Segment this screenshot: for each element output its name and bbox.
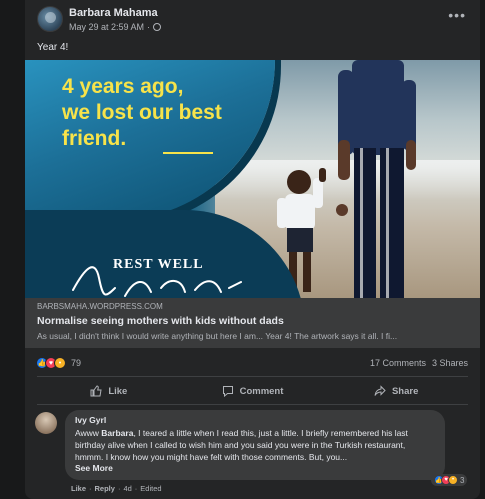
comment-mention[interactable]: Barbara bbox=[101, 428, 133, 438]
post-timestamp[interactable]: May 29 at 2:59 AM bbox=[69, 22, 144, 32]
comment-like-link[interactable]: Like bbox=[71, 484, 86, 493]
divider-bottom bbox=[37, 404, 468, 405]
comments-count[interactable]: 17 Comments bbox=[370, 358, 426, 368]
reaction-summary[interactable]: 👍 ♥ • 79 bbox=[36, 357, 81, 369]
post-header: Barbara Mahama May 29 at 2:59 AM · ••• bbox=[25, 4, 480, 40]
sad-icon: • bbox=[448, 475, 458, 485]
post-meta: May 29 at 2:59 AM · bbox=[69, 22, 162, 32]
script-signature bbox=[72, 266, 242, 297]
dot-3: · bbox=[134, 484, 138, 493]
comment-button[interactable]: Comment bbox=[181, 380, 325, 402]
comment-edited[interactable]: Edited bbox=[140, 484, 161, 493]
see-more-link[interactable]: See More bbox=[75, 463, 435, 473]
share-label: Share bbox=[391, 385, 419, 397]
dot-2: · bbox=[117, 484, 121, 493]
comment-actions: Like · Reply · 4d · Edited bbox=[71, 484, 162, 493]
share-icon bbox=[374, 385, 386, 396]
comment-icon bbox=[222, 386, 233, 397]
like-button[interactable]: Like bbox=[37, 380, 181, 402]
comment-bubble: Ivy Gyrl Awww Barbara, I teared a little… bbox=[65, 410, 445, 480]
more-options-icon[interactable]: ••• bbox=[448, 8, 466, 22]
post-stats: 👍 ♥ • 79 17 Comments 3 Shares bbox=[25, 355, 480, 373]
post-card: Barbara Mahama May 29 at 2:59 AM · ••• Y… bbox=[25, 0, 480, 499]
comment-text: Awww Barbara, I teared a little when I r… bbox=[75, 427, 435, 463]
link-preview-meta[interactable]: BARBSMAHA.WORDPRESS.COM Normalise seeing… bbox=[25, 298, 480, 348]
engagement-counts: 17 Comments 3 Shares bbox=[370, 358, 468, 368]
reaction-count: 79 bbox=[71, 358, 82, 368]
link-preview-image[interactable]: 4 years ago, we lost our best friend. RE… bbox=[25, 60, 480, 298]
post-text: Year 4! bbox=[37, 42, 69, 53]
share-button[interactable]: Share bbox=[324, 380, 468, 402]
commenter-avatar[interactable] bbox=[35, 412, 57, 434]
comment-reactions[interactable]: 👍 ♥ • 3 bbox=[431, 474, 468, 486]
link-domain: BARBSMAHA.WORDPRESS.COM bbox=[37, 302, 163, 311]
image-headline: 4 years ago, we lost our best friend. bbox=[62, 74, 252, 152]
comment-time[interactable]: 4d bbox=[123, 484, 131, 493]
author-avatar[interactable] bbox=[37, 6, 63, 32]
globe-icon bbox=[153, 23, 162, 31]
shares-count[interactable]: 3 Shares bbox=[432, 358, 468, 368]
dot-1: · bbox=[89, 484, 92, 493]
comment-text-prefix: Awww bbox=[75, 428, 102, 438]
divider-top bbox=[37, 376, 468, 377]
like-icon bbox=[90, 385, 102, 397]
commenter-name[interactable]: Ivy Gyrl bbox=[75, 415, 435, 425]
meta-separator: · bbox=[147, 22, 151, 32]
headline-line-2: we lost our best bbox=[62, 101, 222, 124]
comment-reaction-count: 3 bbox=[460, 475, 465, 485]
headline-line-3: friend. bbox=[62, 127, 127, 150]
comment-reply-link[interactable]: Reply bbox=[95, 484, 115, 493]
comment-label: Comment bbox=[239, 385, 284, 397]
headline-line-1: 4 years ago, bbox=[62, 75, 184, 98]
headline-underline bbox=[163, 152, 213, 154]
link-description: As usual, I didn't think I would write a… bbox=[37, 331, 398, 341]
like-label: Like bbox=[108, 385, 128, 397]
post-actions: Like Comment Share bbox=[37, 380, 468, 402]
link-title[interactable]: Normalise seeing mothers with kids witho… bbox=[37, 315, 468, 327]
sad-icon: • bbox=[54, 357, 66, 369]
author-name[interactable]: Barbara Mahama bbox=[69, 7, 158, 19]
adult-figure bbox=[336, 60, 416, 298]
